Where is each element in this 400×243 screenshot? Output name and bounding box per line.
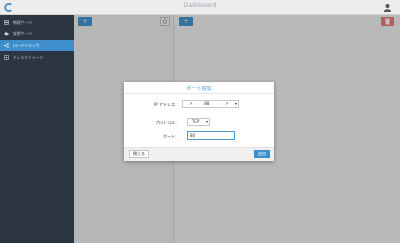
- sidebar-item-virtual-servers[interactable]: 仮想サーバ: [0, 28, 74, 39]
- share-icon: [4, 43, 9, 48]
- sidebar-item-label: ディスクイメージ: [13, 55, 44, 60]
- dialog-footer: 閉じる 追加: [124, 147, 274, 161]
- ip-prefix: ↗: [189, 101, 193, 106]
- dialog-title: ポート追加: [186, 86, 212, 92]
- divider: [124, 93, 274, 94]
- cloud-icon: [4, 32, 9, 36]
- port-value: 80: [190, 133, 196, 138]
- chevron-down-icon: ▾: [234, 101, 237, 106]
- ip-suffix-icon: ↗: [225, 101, 229, 106]
- ip-address-label: IP アドレス：: [154, 102, 179, 107]
- sidebar-item-load-balancer[interactable]: ロードバランサ: [0, 40, 74, 51]
- user-icon[interactable]: [383, 3, 392, 12]
- port-label: ポート：: [163, 134, 179, 139]
- chevron-down-icon: ▾: [205, 119, 208, 124]
- protocol-value: TCP: [192, 119, 200, 124]
- app-title: Dashboard: [183, 2, 217, 9]
- sidebar-item-physical-servers[interactable]: 物理サーバ: [0, 17, 74, 28]
- sidebar-item-disk-images[interactable]: ディスクイメージ: [0, 52, 74, 63]
- sidebar-item-label: 物理サーバ: [13, 20, 32, 25]
- ip-value: :88: [203, 101, 210, 106]
- sidebar-item-label: 仮想サーバ: [13, 31, 32, 36]
- top-bar: Dashboard: [0, 0, 400, 15]
- plug-icon: [103, 127, 125, 132]
- protocol-select[interactable]: TCP ▾: [187, 118, 210, 126]
- close-button[interactable]: 閉じる: [129, 150, 149, 158]
- add-port-dialog: ポート追加 IP アドレス： ↗ :88 ↗ ▾ プロトコル： TCP ▾ ポー…: [124, 82, 274, 161]
- add-button[interactable]: 追加: [254, 150, 270, 158]
- server-icon: [4, 20, 9, 25]
- port-input[interactable]: 80: [187, 131, 235, 140]
- protocol-label: プロトコル：: [155, 120, 179, 125]
- sidebar: 物理サーバ 仮想サーバ ロードバランサ ディスクイメージ: [0, 15, 74, 243]
- disk-icon: [4, 55, 9, 60]
- ip-address-select[interactable]: ↗ :88 ↗ ▾: [182, 100, 239, 108]
- sidebar-item-label: ロードバランサ: [13, 43, 40, 48]
